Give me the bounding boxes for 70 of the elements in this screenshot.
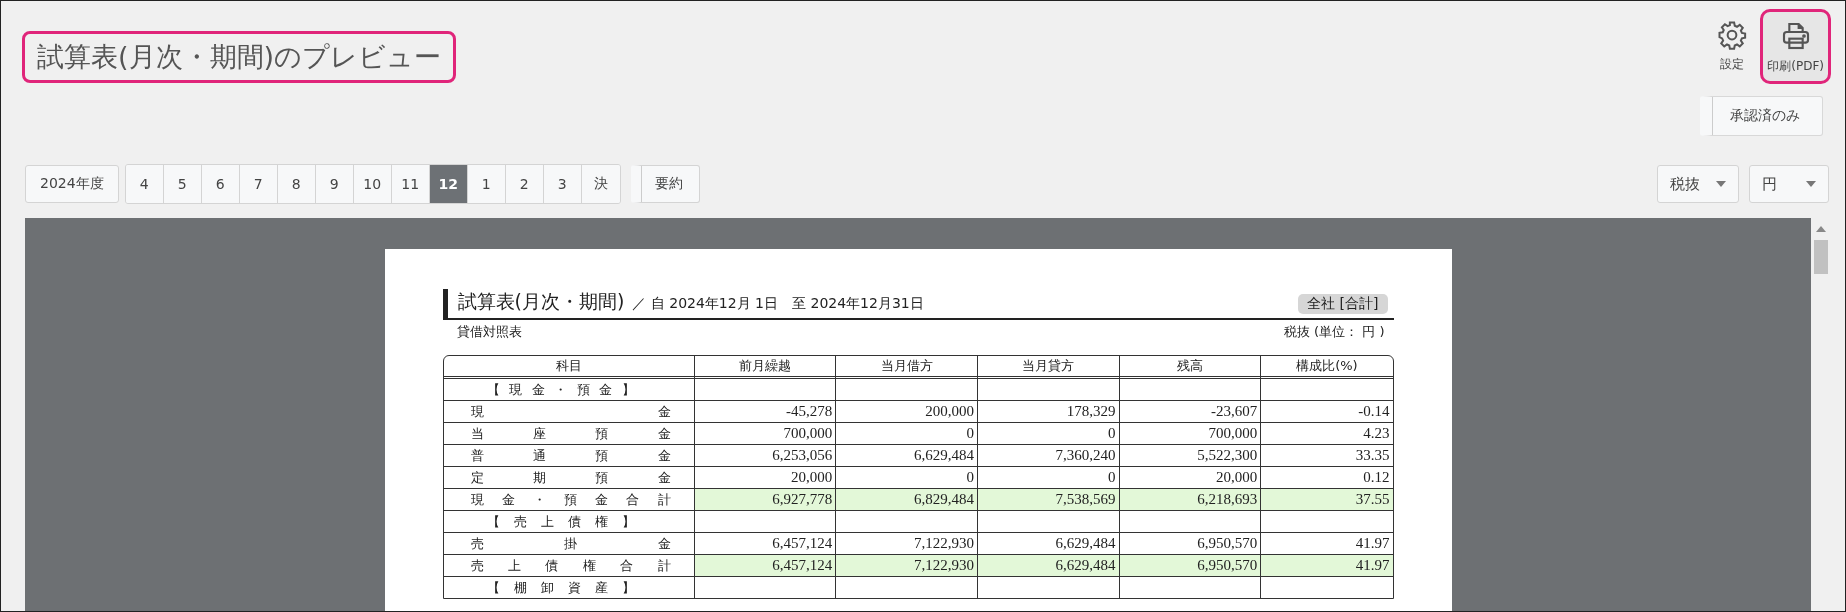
account-cell: 当座預金 xyxy=(443,422,694,444)
amount-cell: 37.55 xyxy=(1260,488,1393,510)
amount-cell: 700,000 xyxy=(693,422,836,444)
month-tab[interactable]: 2 xyxy=(505,165,544,203)
account-cell: 【棚卸資産】 xyxy=(443,576,694,598)
column-header: 前月繰越 xyxy=(693,356,836,379)
column-header: 当月借方 xyxy=(835,356,977,379)
amount-cell: 200,000 xyxy=(835,400,977,422)
month-tab[interactable]: 決 xyxy=(581,165,620,203)
amount-cell: 0 xyxy=(976,422,1119,444)
amount-cell: 6,950,570 xyxy=(1118,554,1261,576)
scroll-up-icon[interactable] xyxy=(1816,226,1826,232)
approved-only-toggle[interactable]: 承認済のみ xyxy=(1700,96,1823,136)
amount-cell: 6,457,124 xyxy=(693,554,836,576)
fiscal-year-button[interactable]: 2024年度 xyxy=(25,165,119,203)
account-cell: 【売上債権】 xyxy=(443,510,694,532)
month-tab[interactable]: 9 xyxy=(315,165,354,203)
account-cell-text: 【現金・預金】 xyxy=(485,380,636,399)
amount-cell: -0.14 xyxy=(1260,400,1393,422)
page-title: 試算表(月次・期間)のプレビュー xyxy=(22,31,457,83)
summary-toggle[interactable]: 要約 xyxy=(630,165,700,203)
amount-cell: 33.35 xyxy=(1260,444,1393,466)
month-tab[interactable]: 8 xyxy=(277,165,316,203)
month-tab[interactable]: 7 xyxy=(239,165,278,203)
amount-cell: 7,538,569 xyxy=(976,488,1119,510)
settings-icon xyxy=(1717,20,1748,50)
settings-button[interactable]: 設定 xyxy=(1710,9,1755,82)
month-tab[interactable]: 4 xyxy=(125,165,164,203)
amount-cell: 5,522,300 xyxy=(1118,444,1261,466)
month-tab[interactable]: 3 xyxy=(543,165,582,203)
scroll-thumb[interactable] xyxy=(1814,240,1828,274)
amount-cell: 6,927,778 xyxy=(693,488,836,510)
month-tab[interactable]: 6 xyxy=(201,165,240,203)
amount-cell: 0 xyxy=(835,422,977,444)
amount-cell: 700,000 xyxy=(1118,422,1261,444)
account-cell: 現金 xyxy=(443,400,694,422)
account-cell: 定期預金 xyxy=(443,466,694,488)
account-cell: 現金・預金合計 xyxy=(443,488,694,510)
amount-cell: 6,253,056 xyxy=(693,444,836,466)
tax-select[interactable]: 税抜 xyxy=(1657,165,1739,203)
statement-name: 貸借対照表 xyxy=(456,323,522,341)
amount-cell: 6,218,693 xyxy=(1118,488,1261,510)
month-tab[interactable]: 10 xyxy=(353,165,392,203)
unit-note: 税抜 (単位： 円 ) xyxy=(1283,323,1385,341)
account-cell: 売上債権合計 xyxy=(443,554,694,576)
month-tab[interactable]: 5 xyxy=(163,165,202,203)
period-text: ／ 自 2024年12月 1日 至 2024年12月31日 xyxy=(632,295,924,313)
column-header: 構成比(%) xyxy=(1260,356,1393,379)
column-header: 当月貸方 xyxy=(976,356,1119,379)
amount-cell: -45,278 xyxy=(693,400,836,422)
month-tab[interactable]: 11 xyxy=(391,165,430,203)
amount-cell: 41.97 xyxy=(1260,554,1393,576)
document-title: 試算表(月次・期間) xyxy=(457,289,625,314)
amount-cell: 7,122,930 xyxy=(835,554,977,576)
account-cell: 普通預金 xyxy=(443,444,694,466)
amount-cell: -23,607 xyxy=(1118,400,1261,422)
amount-cell: 178,329 xyxy=(976,400,1119,422)
month-tab[interactable]: 1 xyxy=(467,165,506,203)
amount-cell: 7,360,240 xyxy=(976,444,1119,466)
amount-cell: 4.23 xyxy=(1260,422,1393,444)
entity-label: 全社 [合計] xyxy=(1298,294,1388,314)
unit-select[interactable]: 円 xyxy=(1749,165,1829,203)
amount-cell: 6,629,484 xyxy=(976,554,1119,576)
amount-cell: 6,629,484 xyxy=(835,444,977,466)
amount-cell: 6,829,484 xyxy=(835,488,977,510)
account-cell: 売掛金 xyxy=(443,532,694,554)
print-button[interactable]: 印刷(PDF) xyxy=(1760,9,1831,84)
month-tab[interactable]: 12 xyxy=(429,165,468,203)
column-header: 残高 xyxy=(1118,356,1261,379)
column-header: 科目 xyxy=(443,356,694,379)
